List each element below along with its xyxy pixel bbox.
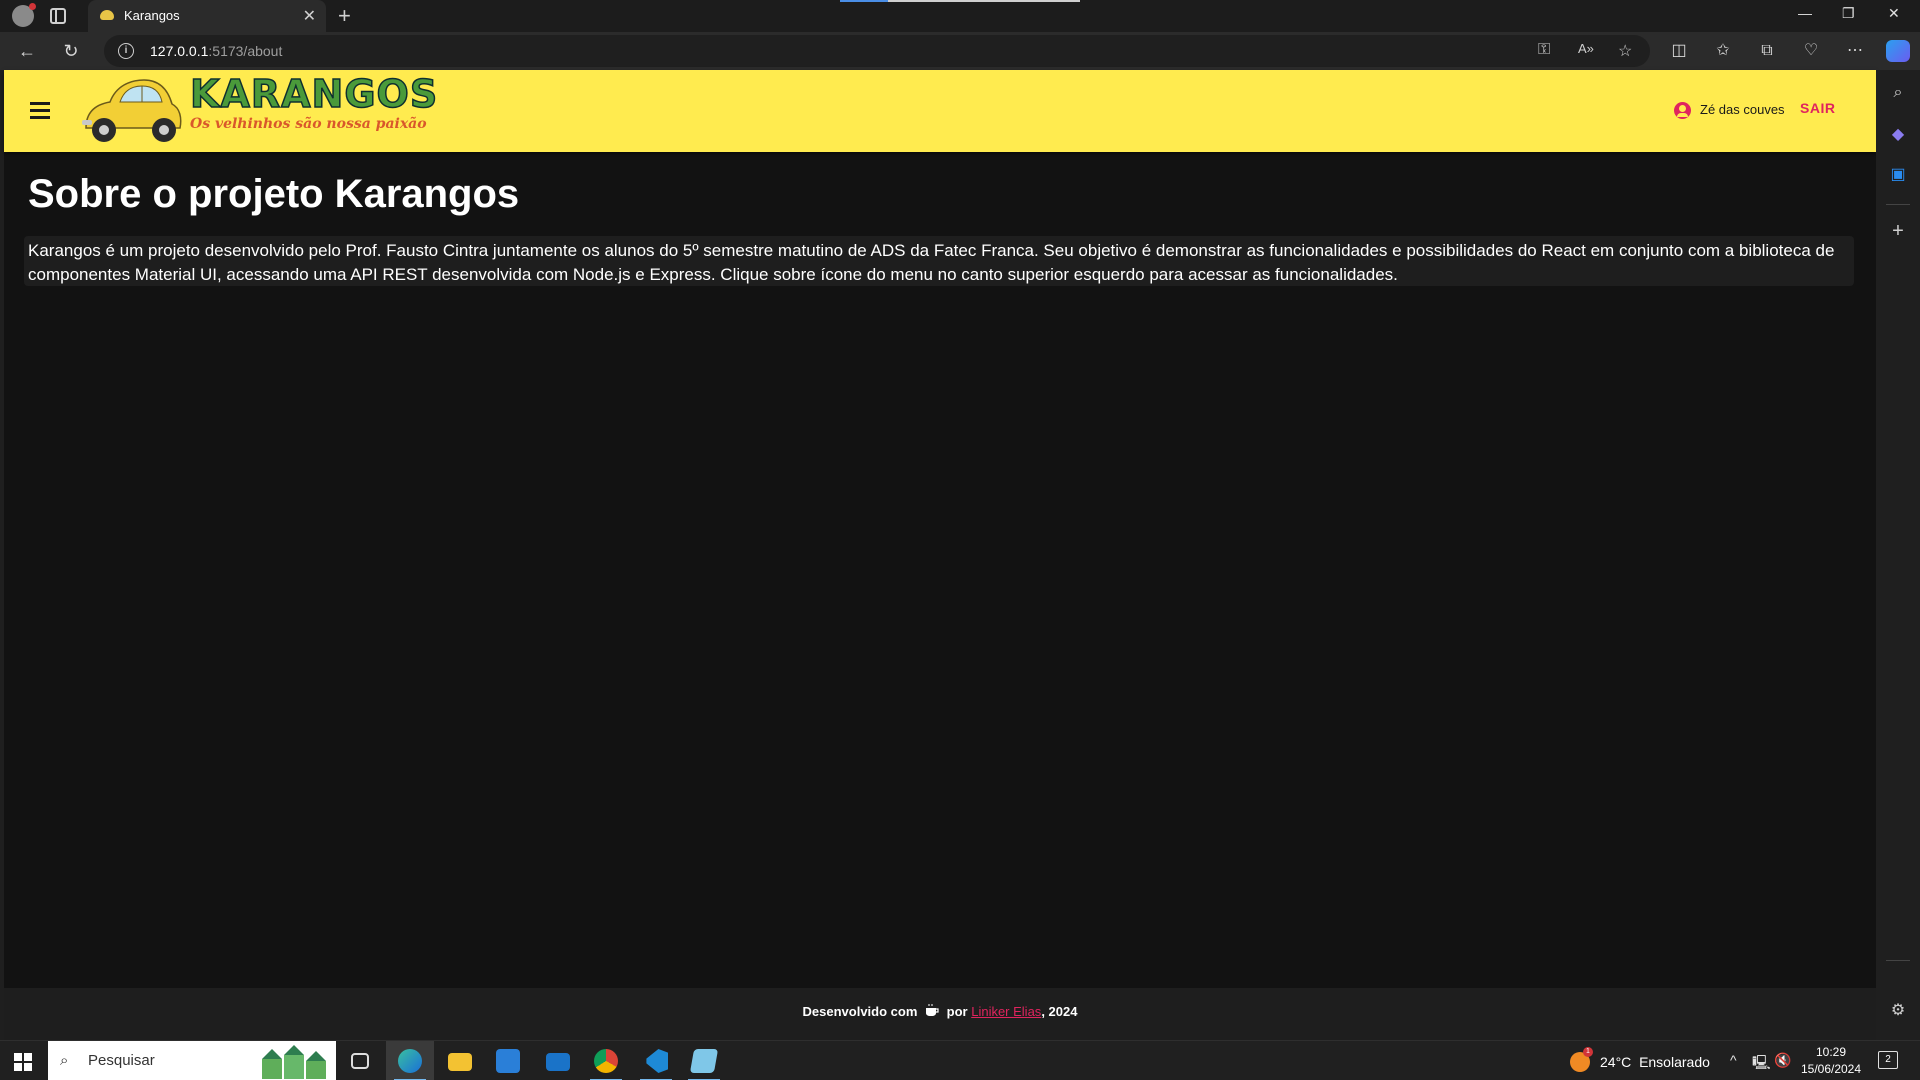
task-view-icon — [351, 1053, 369, 1069]
footer-prefix: Desenvolvido com — [802, 1004, 918, 1019]
mail-icon — [546, 1053, 570, 1071]
copilot-icon[interactable] — [1886, 40, 1910, 62]
back-arrow-icon[interactable]: ← — [14, 38, 40, 64]
reload-icon[interactable]: ↻ — [58, 38, 84, 64]
split-screen-icon[interactable]: ◫ — [1668, 40, 1690, 62]
logo-tagline: Os velhinhos são nossa paixão — [190, 116, 427, 132]
loading-indicator — [840, 0, 1080, 2]
site-info-icon[interactable]: i — [118, 43, 134, 59]
network-icon[interactable]: 🖳 — [1752, 1052, 1771, 1076]
minimize-button[interactable]: — — [1798, 5, 1812, 21]
browser-tab-bar: Karangos ✕ + — ❐ ✕ — [0, 0, 1920, 32]
address-bar[interactable]: i 127.0.0.1:5173/about ⚿ A» ☆ — [104, 35, 1650, 67]
browser-toolbar: ← ↻ i 127.0.0.1:5173/about ⚿ A» ☆ ◫ ✩ ⧉ … — [0, 32, 1920, 70]
notepad-icon — [689, 1049, 719, 1073]
volume-muted-icon[interactable]: 🔇 — [1774, 1052, 1791, 1069]
url-host: 127.0.0.1 — [150, 43, 209, 59]
notification-center-icon[interactable]: 2 — [1878, 1051, 1898, 1069]
close-window-button[interactable]: ✕ — [1888, 5, 1900, 22]
windows-taskbar: ⌕ Pesquisar 1 24°C Ensolarado ^ 🖳 🔇 10:2… — [0, 1040, 1920, 1080]
clock-time: 10:29 — [1815, 1045, 1847, 1059]
password-key-icon[interactable]: ⚿ — [1538, 41, 1550, 59]
chevron-up-icon[interactable]: ^ — [1730, 1052, 1737, 1068]
url-path: :5173/about — [208, 43, 283, 59]
outlook-icon[interactable]: ▣ — [1887, 164, 1909, 186]
browser-tab-karangos[interactable]: Karangos ✕ — [88, 0, 326, 32]
tab-close-icon[interactable]: ✕ — [303, 6, 316, 26]
more-options-icon[interactable]: ⋯ — [1844, 40, 1866, 62]
read-aloud-icon[interactable]: A» — [1578, 41, 1594, 56]
menu-icon[interactable] — [30, 102, 50, 119]
profile-avatar-icon[interactable] — [12, 3, 36, 27]
taskbar-chrome[interactable] — [582, 1041, 630, 1080]
car-logo-icon — [82, 79, 182, 142]
app-header: KARANGOS Os velhinhos são nossa paixão Z… — [4, 70, 1876, 152]
taskbar-file-explorer[interactable] — [436, 1041, 484, 1080]
about-text: Karangos é um projeto desenvolvido pelo … — [28, 241, 1835, 284]
search-icon[interactable]: ⌕ — [1887, 82, 1909, 104]
taskbar-search-box[interactable]: ⌕ Pesquisar — [48, 1041, 336, 1080]
taskbar-mail[interactable] — [534, 1041, 582, 1080]
search-placeholder: Pesquisar — [88, 1052, 155, 1069]
account-circle-icon — [1674, 102, 1691, 119]
new-tab-button[interactable]: + — [338, 3, 351, 29]
copilot-sidebar-icon[interactable]: ◆ — [1887, 124, 1909, 146]
sidebar-divider — [1886, 204, 1910, 205]
add-icon[interactable]: + — [1887, 220, 1909, 242]
footer-by: por — [946, 1004, 968, 1019]
logout-button[interactable]: SAIR — [1800, 100, 1835, 116]
settings-gear-icon[interactable]: ⚙ — [1887, 1000, 1909, 1022]
clock-date: 15/06/2024 — [1800, 1062, 1862, 1076]
collections-icon[interactable]: ⧉ — [1756, 40, 1778, 62]
taskbar-store[interactable] — [484, 1041, 532, 1080]
taskbar-vscode[interactable] — [632, 1041, 680, 1080]
browser-essentials-icon[interactable]: ♡ — [1800, 40, 1822, 62]
user-name: Zé das couves — [1700, 102, 1785, 117]
search-highlight-art-icon — [262, 1045, 326, 1079]
weather-text: 24°C Ensolarado — [1600, 1054, 1710, 1070]
page-title: Sobre o projeto Karangos — [28, 172, 520, 216]
edge-icon — [398, 1049, 422, 1073]
app-footer: Desenvolvido com por Liniker Elias, 2024 — [4, 988, 1876, 1040]
chrome-icon — [594, 1049, 618, 1073]
task-view-button[interactable] — [336, 1041, 384, 1080]
edge-sidebar: ⌕ ◆ ▣ + ⚙ — [1876, 70, 1920, 1040]
favorite-star-icon[interactable]: ☆ — [1618, 41, 1632, 61]
footer-suffix: , 2024 — [1041, 1004, 1078, 1019]
store-icon — [496, 1049, 520, 1073]
about-paper: Karangos é um projeto desenvolvido pelo … — [24, 236, 1854, 286]
sidebar-divider — [1886, 960, 1910, 961]
page-viewport: KARANGOS Os velhinhos são nossa paixão Z… — [4, 70, 1876, 1040]
footer-text: Desenvolvido com por Liniker Elias, 2024 — [4, 1004, 1876, 1019]
system-clock[interactable]: 10:29 15/06/2024 — [1796, 1044, 1866, 1078]
car-favicon-icon — [100, 10, 114, 20]
search-icon: ⌕ — [60, 1052, 69, 1069]
restore-button[interactable]: ❐ — [1842, 5, 1855, 22]
weather-desc: Ensolarado — [1639, 1054, 1710, 1070]
vscode-icon — [646, 1049, 668, 1073]
folder-icon — [448, 1053, 472, 1071]
taskbar-edge[interactable] — [386, 1041, 434, 1080]
author-link[interactable]: Liniker Elias — [971, 1004, 1041, 1019]
favorites-icon[interactable]: ✩ — [1712, 40, 1734, 62]
logo-title: KARANGOS — [189, 71, 439, 117]
tab-title: Karangos — [124, 8, 180, 23]
tab-actions-icon[interactable] — [50, 8, 66, 24]
url-text[interactable]: 127.0.0.1:5173/about — [150, 43, 282, 59]
weather-badge: 1 — [1583, 1047, 1593, 1057]
windows-start-icon[interactable] — [14, 1053, 32, 1071]
screen: Karangos ✕ + — ❐ ✕ ← ↻ i 127.0.0.1:5173/… — [0, 0, 1920, 1080]
taskbar-notepad[interactable] — [680, 1041, 728, 1080]
coffee-icon — [926, 1004, 939, 1016]
weather-temp: 24°C — [1600, 1054, 1632, 1070]
